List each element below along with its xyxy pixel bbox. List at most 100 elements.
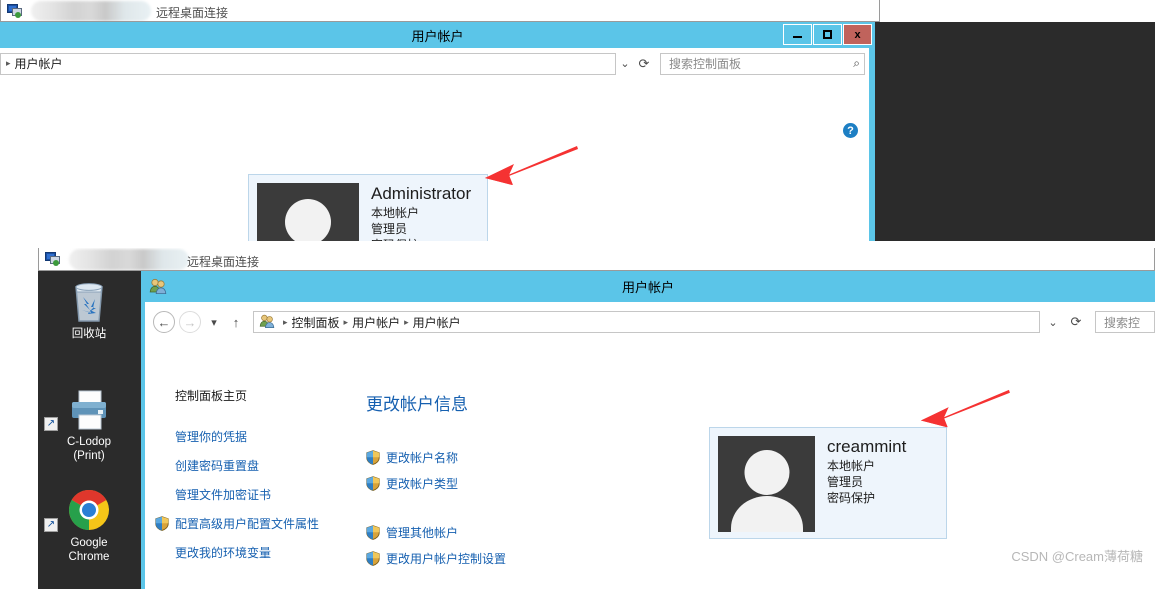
refresh-icon[interactable]: ⟳ xyxy=(634,56,654,72)
window2-sidebar: 控制面板主页 管理你的凭据 创建密码重置盘 管理文件加密证书 配置高级用户配置文… xyxy=(155,387,385,561)
link-label: 更改帐户类型 xyxy=(386,477,459,491)
rdp-connection-bar-2[interactable]: 远程桌面连接 xyxy=(38,248,1155,271)
sidebar-item-label: 创建密码重置盘 xyxy=(175,459,260,473)
link-manage-other-accounts[interactable]: 管理其他帐户 xyxy=(366,524,706,541)
breadcrumb-control-panel[interactable]: 控制面板 xyxy=(292,314,340,331)
window1-body: ▸ 用户帐户 ⌄ ⟳ 搜索控制面板 ⌕ ? Administrator 本地帐户… xyxy=(0,48,869,241)
user-account-type: 本地帐户 xyxy=(827,459,876,474)
red-arrow-administrator xyxy=(485,146,578,185)
sidebar-item-label: 管理你的凭据 xyxy=(175,430,248,444)
user-info-administrator: Administrator 本地帐户 管理员 密码保护 xyxy=(371,183,471,241)
breadcrumb-separator: ▸ xyxy=(283,316,288,327)
history-dropdown-icon[interactable]: ▾ xyxy=(205,311,223,333)
user-protection: 密码保护 xyxy=(371,237,471,241)
user-role: 管理员 xyxy=(827,475,864,490)
shield-icon xyxy=(155,516,169,531)
maximize-button[interactable] xyxy=(813,24,842,45)
rdp-bar-label-2: 远程桌面连接 xyxy=(187,255,260,269)
chrome-icon: ↗ xyxy=(42,486,136,532)
sidebar-item-label: 更改我的环境变量 xyxy=(175,546,272,560)
shield-icon xyxy=(366,551,380,566)
window2-main: 更改帐户信息 更改帐户名称 更改帐户类型 管理其他帐户 更改用户帐户控制设置 xyxy=(366,390,706,567)
desktop-icon-recycle-bin[interactable]: 回收站 xyxy=(42,277,136,341)
window2-body: ← → ▾ ↑ ▸ 控制面板 ▸ 用户帐户 ▸ 用户帐户 ⌄ ⟳ 搜索控 控制面… xyxy=(145,302,1155,589)
link-change-account-name[interactable]: 更改帐户名称 xyxy=(366,449,706,466)
refresh-icon[interactable]: ⟳ xyxy=(1066,314,1086,330)
link-change-uac-settings[interactable]: 更改用户帐户控制设置 xyxy=(366,550,706,567)
link-label: 管理其他帐户 xyxy=(386,526,459,540)
desktop-icon-label-line1: Google xyxy=(70,537,108,549)
desktop-icon-google-chrome[interactable]: ↗ Google Chrome xyxy=(42,486,136,565)
user-name: Administrator xyxy=(371,184,472,203)
search-icon[interactable]: ⌕ xyxy=(853,56,860,71)
watermark: CSDN @Cream薄荷糖 xyxy=(1011,549,1143,564)
desktop-icon-c-lodop[interactable]: ↗ C-Lodop (Print) xyxy=(42,385,136,464)
user-accounts-icon xyxy=(259,314,277,330)
printer-icon: ↗ xyxy=(42,385,136,431)
desktop-icon-label-line2: Chrome xyxy=(68,551,110,564)
search-placeholder: 搜索控 xyxy=(1104,315,1141,330)
window1-breadcrumb[interactable]: ▸ 用户帐户 xyxy=(0,52,616,75)
remote-desktop-icon xyxy=(45,251,63,267)
breadcrumb-user-accounts-2[interactable]: 用户帐户 xyxy=(413,314,461,331)
breadcrumb-separator: ▸ xyxy=(6,58,11,68)
rdp-host-blur-1 xyxy=(31,1,151,21)
user-protection: 密码保护 xyxy=(827,491,876,506)
rdp-host-blur-2 xyxy=(69,249,189,270)
sidebar-item-label: 管理文件加密证书 xyxy=(175,488,272,502)
breadcrumb-user-accounts[interactable]: 用户帐户 xyxy=(15,55,63,72)
window1-titlebar[interactable]: 用户帐户 x xyxy=(0,22,875,48)
avatar xyxy=(257,183,359,241)
window2-address-row: ← → ▾ ↑ ▸ 控制面板 ▸ 用户帐户 ▸ 用户帐户 ⌄ ⟳ 搜索控 xyxy=(145,302,1155,336)
link-change-account-type[interactable]: 更改帐户类型 xyxy=(366,475,706,492)
window2-title: 用户帐户 xyxy=(621,280,674,295)
window2-breadcrumb[interactable]: ▸ 控制面板 ▸ 用户帐户 ▸ 用户帐户 xyxy=(253,311,1040,333)
chevron-down-icon[interactable]: ⌄ xyxy=(616,57,634,70)
link-label: 更改用户帐户控制设置 xyxy=(386,552,507,566)
page-title: 更改帐户信息 xyxy=(366,395,468,414)
shortcut-arrow-icon: ↗ xyxy=(44,417,58,431)
chevron-down-icon[interactable]: ⌄ xyxy=(1044,316,1062,329)
desktop-icon-label-line1: C-Lodop xyxy=(66,436,112,448)
remote-desktop-icon xyxy=(7,3,25,19)
sidebar-item-manage-file-encryption-certs[interactable]: 管理文件加密证书 xyxy=(175,486,385,503)
up-arrow-icon[interactable]: ↑ xyxy=(227,311,245,333)
forward-arrow-icon[interactable]: → xyxy=(179,311,201,333)
sidebar-item-manage-credentials[interactable]: 管理你的凭据 xyxy=(175,428,385,445)
window1-address-row: ▸ 用户帐户 ⌄ ⟳ 搜索控制面板 ⌕ xyxy=(0,48,869,76)
user-info-creammint: creammint 本地帐户 管理员 密码保护 xyxy=(827,436,906,507)
desktop-background-top xyxy=(875,22,1155,241)
avatar xyxy=(718,436,815,532)
shield-icon xyxy=(366,525,380,540)
back-arrow-icon[interactable]: ← xyxy=(153,311,175,333)
close-button[interactable]: x xyxy=(843,24,872,45)
window1-title: 用户帐户 xyxy=(411,28,464,44)
desktop-icon-label: 回收站 xyxy=(71,328,107,340)
breadcrumb-separator: ▸ xyxy=(343,316,349,327)
rdp-bar-label-1: 远程桌面连接 xyxy=(156,6,229,20)
user-name: creammint xyxy=(827,437,907,456)
sidebar-item-control-panel-home[interactable]: 控制面板主页 xyxy=(175,387,385,404)
window-user-accounts-1: 用户帐户 x ▸ 用户帐户 ⌄ ⟳ 搜索控制面板 ⌕ ? Administrat… xyxy=(0,22,875,241)
window2-titlebar[interactable]: 用户帐户 xyxy=(141,271,1155,302)
sidebar-item-create-password-reset-disk[interactable]: 创建密码重置盘 xyxy=(175,457,385,474)
window2-search-input[interactable]: 搜索控 xyxy=(1095,311,1155,333)
user-tile-creammint[interactable]: creammint 本地帐户 管理员 密码保护 xyxy=(709,427,947,539)
red-arrow-creammint xyxy=(920,389,1010,428)
user-tile-administrator[interactable]: Administrator 本地帐户 管理员 密码保护 xyxy=(248,174,488,241)
user-account-type: 本地帐户 xyxy=(371,206,420,221)
sidebar-item-change-environment-variables[interactable]: 更改我的环境变量 xyxy=(175,544,385,561)
help-icon[interactable]: ? xyxy=(843,123,858,138)
desktop-icon-label-line2: (Print) xyxy=(73,450,105,463)
rdp-connection-bar-1[interactable]: 远程桌面连接 xyxy=(0,0,880,22)
link-label: 更改帐户名称 xyxy=(386,451,459,465)
search-placeholder: 搜索控制面板 xyxy=(669,57,742,71)
window1-search-input[interactable]: 搜索控制面板 ⌕ xyxy=(660,52,865,75)
sidebar-item-label: 配置高级用户配置文件属性 xyxy=(175,517,320,531)
recycle-bin-icon xyxy=(42,277,136,323)
window1-caption-buttons: x xyxy=(783,24,872,45)
sidebar-item-configure-advanced-user-profile[interactable]: 配置高级用户配置文件属性 xyxy=(155,515,385,532)
minimize-button[interactable] xyxy=(783,24,812,45)
screenshot-root: 远程桌面连接 用户帐户 x ▸ 用户帐户 ⌄ ⟳ 搜索控制面板 ⌕ ? Admi… xyxy=(0,0,1155,589)
breadcrumb-user-accounts[interactable]: 用户帐户 xyxy=(352,314,400,331)
